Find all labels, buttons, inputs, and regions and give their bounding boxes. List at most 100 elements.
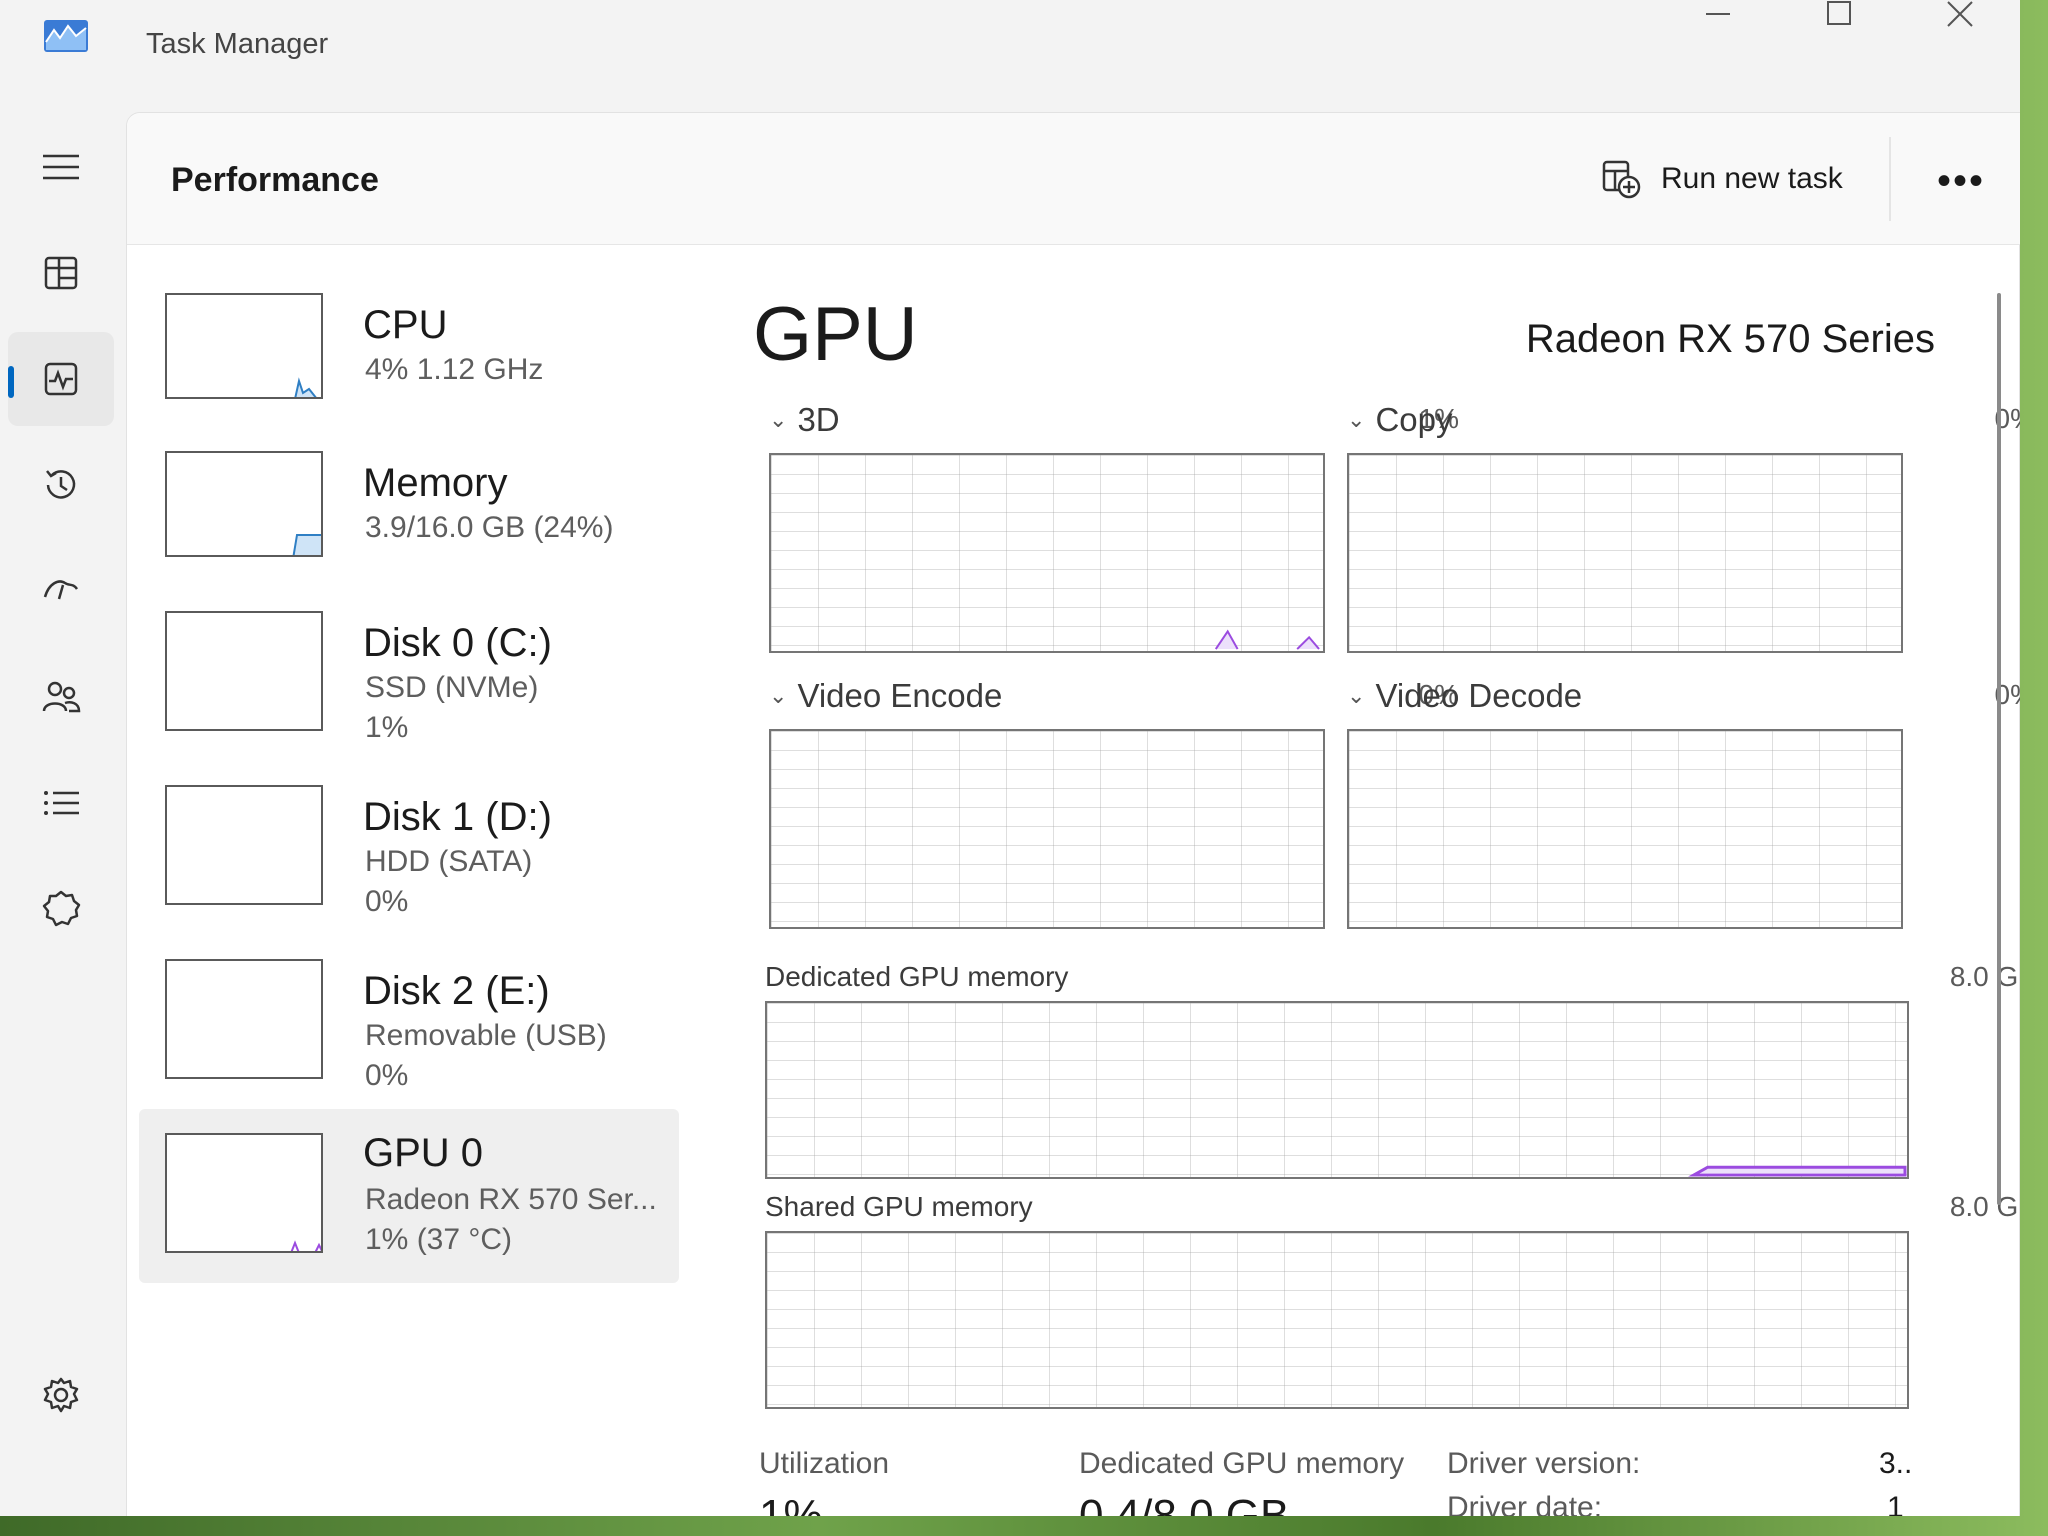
nav-item-processes[interactable]: [8, 226, 114, 320]
header-divider: [1889, 137, 1891, 221]
content-area: Performance Run new task ••• CPU 4% 1.12…: [126, 112, 2020, 1516]
device-gpu-0[interactable]: GPU 0 Radeon RX 570 Ser... 1% (37 °C): [139, 1109, 679, 1283]
minimize-icon: [1706, 13, 1730, 15]
chevron-down-icon: ⌄: [769, 407, 788, 432]
chevron-down-icon: ⌄: [769, 683, 788, 708]
driver-version-label: Driver version:: [1447, 1447, 1641, 1480]
device-cpu[interactable]: CPU 4% 1.12 GHz: [139, 293, 679, 467]
dedicated-memory-stat-label: Dedicated GPU memory: [1079, 1447, 1405, 1480]
dedicated-memory-max: 8.0 GB: [1949, 961, 2020, 992]
nav-item-settings[interactable]: [8, 1348, 114, 1442]
settings-icon: [43, 1377, 79, 1413]
driver-date-label: Driver date:: [1447, 1491, 1603, 1516]
dedicated-memory-stat-value: 0.4/8.0 GB: [1079, 1491, 1290, 1516]
nav-item-details[interactable]: [8, 756, 114, 850]
history-icon: [46, 470, 76, 499]
engine-copy-graph: [1347, 453, 1903, 653]
performance-icon: [44, 362, 78, 396]
task-manager-window: Task Manager Performance Run new task ••…: [0, 0, 2020, 1516]
device-name: GPU 0: [363, 1131, 484, 1175]
vertical-scrollbar[interactable]: [1997, 293, 2001, 1205]
engine-video-decode-selector[interactable]: ⌄ Video Decode: [1347, 677, 1582, 715]
services-icon: [42, 890, 81, 927]
device-usage: 1%: [365, 711, 409, 744]
engine-3d-graph: [769, 453, 1325, 653]
device-disk-0[interactable]: Disk 0 (C:) SSD (NVMe) 1%: [139, 611, 679, 785]
dedicated-memory-label: Dedicated GPU memory: [765, 961, 1069, 992]
device-detail: 3.9/16.0 GB (24%): [365, 511, 614, 544]
maximize-button[interactable]: [1790, 0, 1890, 30]
window-title: Task Manager: [146, 28, 329, 60]
engine-label: 3D: [797, 401, 840, 438]
device-disk-2[interactable]: Disk 2 (E:) Removable (USB) 0%: [139, 959, 679, 1133]
engine-video-encode-selector[interactable]: ⌄ Video Encode: [769, 677, 1002, 715]
nav-menu-button[interactable]: [8, 120, 114, 214]
nav-item-startup-apps[interactable]: [8, 544, 114, 638]
close-icon: [1947, 1, 1973, 27]
more-icon: •••: [1936, 158, 1985, 203]
device-usage: 0%: [365, 1059, 409, 1092]
disk-1-thumbnail-graph: [165, 785, 323, 905]
hamburger-icon: [43, 154, 79, 180]
memory-thumbnail-graph: [165, 451, 323, 557]
nav-item-performance[interactable]: [8, 332, 114, 426]
gpu-title: GPU: [753, 292, 918, 377]
close-button[interactable]: [1910, 0, 2010, 30]
title-bar: Task Manager: [0, 0, 2020, 90]
engine-label: Copy: [1375, 401, 1453, 438]
engine-percent: 0%: [1994, 403, 2020, 434]
cpu-thumbnail-graph: [165, 293, 323, 399]
nav-item-app-history[interactable]: [8, 438, 114, 532]
device-name: Memory: [363, 461, 508, 505]
engine-label: Video Decode: [1375, 677, 1583, 714]
processes-icon: [44, 256, 78, 290]
dedicated-memory-graph: [765, 1001, 1909, 1179]
driver-date-value: 1: [1887, 1491, 1904, 1516]
utilization-value: 1%: [759, 1491, 823, 1516]
engine-label: Video Encode: [797, 677, 1003, 714]
utilization-label: Utilization: [759, 1447, 890, 1480]
device-detail: 4% 1.12 GHz: [365, 353, 544, 386]
disk-0-thumbnail-graph: [165, 611, 323, 731]
device-name: CPU: [363, 303, 448, 347]
startup-icon: [43, 580, 79, 600]
device-usage: 1% (37 °C): [365, 1223, 513, 1256]
details-icon: [44, 791, 79, 815]
run-new-task-button[interactable]: Run new task: [1587, 151, 1855, 207]
run-new-task-label: Run new task: [1661, 162, 1843, 195]
navigation-rail: [0, 120, 122, 1516]
driver-version-value: 3..: [1879, 1447, 1913, 1480]
engine-3d-selector[interactable]: ⌄ 3D: [769, 401, 840, 439]
engine-video-encode-graph: [769, 729, 1325, 929]
chevron-down-icon: ⌄: [1347, 683, 1366, 708]
device-disk-1[interactable]: Disk 1 (D:) HDD (SATA) 0%: [139, 785, 679, 959]
minimize-button[interactable]: [1668, 0, 1768, 30]
device-name: Disk 1 (D:): [363, 795, 552, 839]
run-task-icon: [1602, 160, 1641, 199]
task-manager-app-icon: [44, 20, 88, 52]
shared-memory-max: 8.0 GB: [1949, 1191, 2020, 1222]
nav-item-users[interactable]: [8, 650, 114, 744]
device-detail: HDD (SATA): [365, 845, 533, 878]
more-options-button[interactable]: •••: [1925, 153, 1997, 209]
engine-copy-selector[interactable]: ⌄ Copy: [1347, 401, 1452, 439]
engine-video-decode-graph: [1347, 729, 1903, 929]
device-detail: Removable (USB): [365, 1019, 607, 1052]
shared-memory-graph: [765, 1231, 1909, 1409]
device-detail: SSD (NVMe): [365, 671, 539, 704]
engine-percent: 0%: [1994, 679, 2020, 710]
device-name: Disk 2 (E:): [363, 969, 550, 1013]
gpu-0-thumbnail-graph: [165, 1133, 323, 1253]
page-title: Performance: [171, 161, 379, 199]
page-header: Performance Run new task •••: [127, 113, 2020, 245]
shared-memory-label: Shared GPU memory: [765, 1191, 1033, 1222]
nav-item-services[interactable]: [8, 862, 114, 956]
device-memory[interactable]: Memory 3.9/16.0 GB (24%): [139, 451, 679, 625]
device-name: Disk 0 (C:): [363, 621, 552, 665]
users-icon: [42, 681, 81, 713]
gpu-model: Radeon RX 570 Series: [1525, 317, 1935, 361]
maximize-icon: [1827, 1, 1851, 25]
device-usage: 0%: [365, 885, 409, 918]
device-detail: Radeon RX 570 Ser...: [365, 1183, 657, 1216]
disk-2-thumbnail-graph: [165, 959, 323, 1079]
